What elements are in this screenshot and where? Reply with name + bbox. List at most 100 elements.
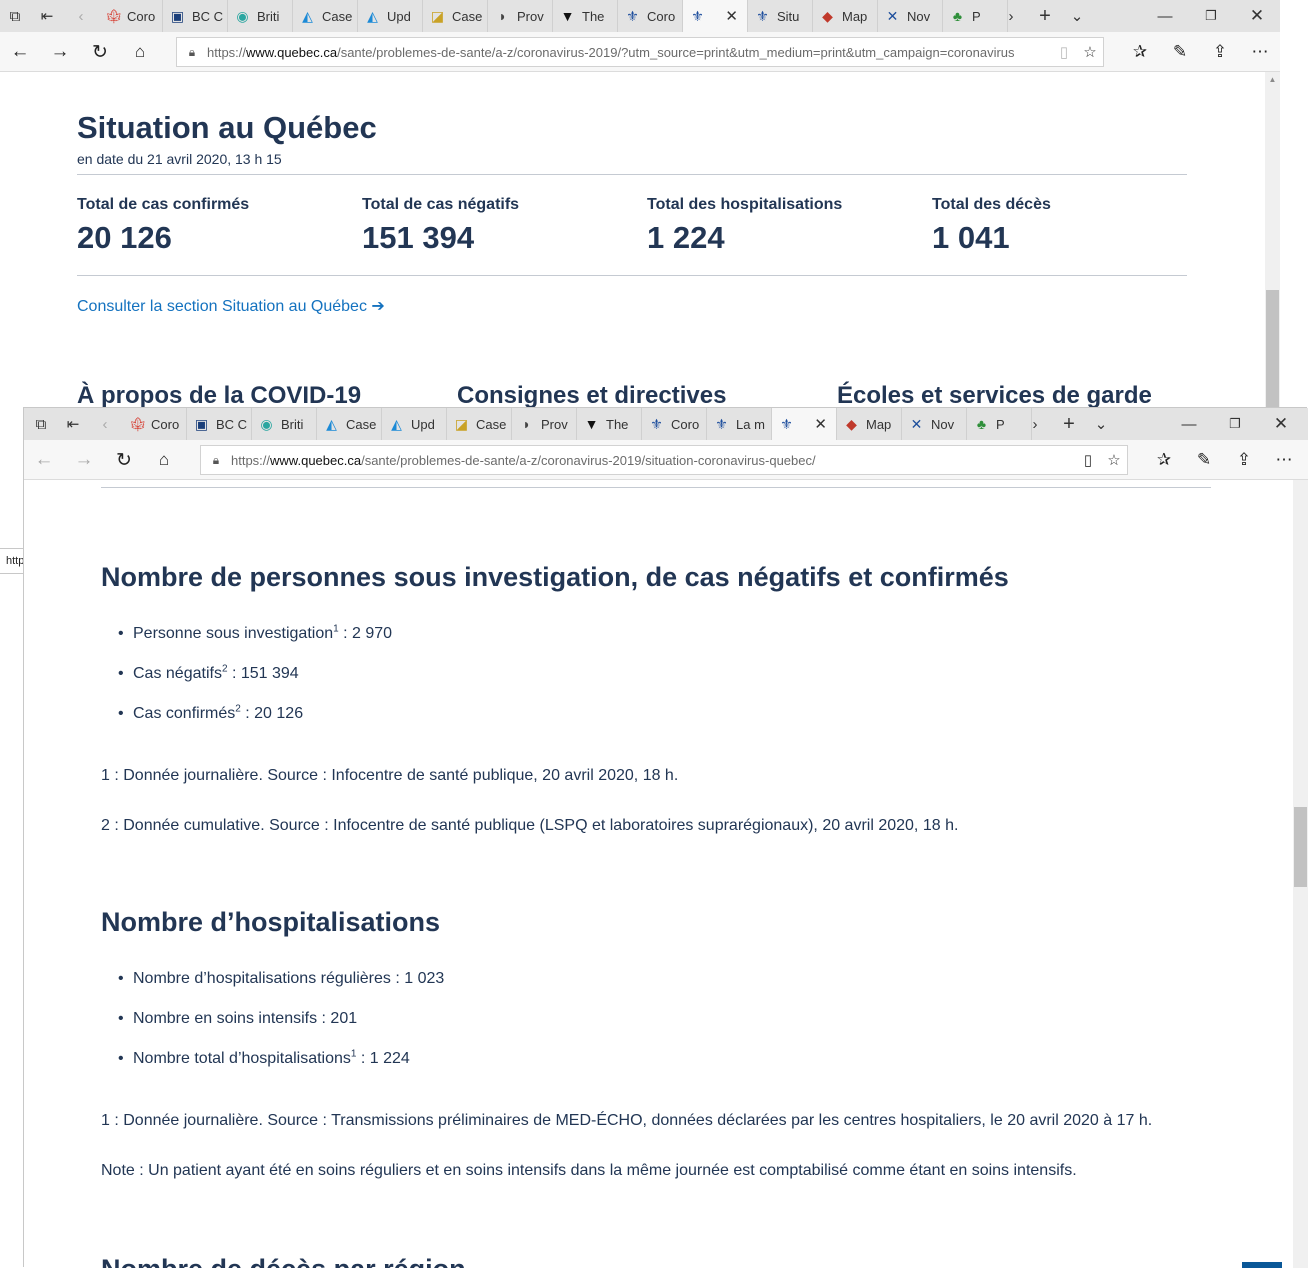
share-icon[interactable]: ⇪ <box>1200 32 1240 72</box>
vertical-scrollbar[interactable]: ▲ <box>1265 72 1280 408</box>
url-field[interactable]: 🔒︎ https://www.quebec.ca/sante/problemes… <box>200 445 1128 475</box>
favorites-icon[interactable]: ✰ <box>1144 440 1184 480</box>
refresh-icon[interactable]: ↻ <box>80 32 120 72</box>
scroll-tabs-right-icon[interactable]: › <box>1020 408 1050 440</box>
close-window-icon[interactable]: ✕ <box>1266 408 1296 440</box>
page-content: Situation au Québec en date du 21 avril … <box>0 72 1280 408</box>
tab-case[interactable]: ◭ Case <box>317 408 382 440</box>
tab-bc-c[interactable]: ▣ BC C <box>187 408 252 440</box>
forward-icon[interactable]: → <box>64 440 104 480</box>
scrollbar-thumb[interactable] <box>1266 290 1279 408</box>
tab-the[interactable]: ▼ The <box>577 408 642 440</box>
favorites-icon[interactable]: ✰ <box>1120 32 1160 72</box>
scroll-tabs-left-icon[interactable]: ‹ <box>66 0 96 32</box>
new-tab-icon[interactable]: + <box>1030 0 1060 32</box>
url-field[interactable]: 🔒︎ https://www.quebec.ca/sante/problemes… <box>176 37 1104 67</box>
scroll-up-arrow-icon[interactable]: ▲ <box>1265 72 1280 87</box>
section-consignes-heading[interactable]: Consignes et directives <box>457 382 726 408</box>
stat-label-hospitalisations: Total des hospitalisations <box>647 196 843 213</box>
tab-nov[interactable]: ✕ Nov <box>878 0 943 32</box>
page-content: Nombre de personnes sous investigation, … <box>24 480 1308 1268</box>
tab-case[interactable]: ◪ Case <box>423 0 488 32</box>
tab-coro[interactable]: 🍁︎ Coro <box>122 408 187 440</box>
hospitalisations-list: Nombre d’hospitalisations régulières : 1… <box>118 967 444 1087</box>
scrollbar-thumb[interactable] <box>1294 807 1307 887</box>
home-icon[interactable]: ⌂ <box>144 440 184 480</box>
tab-la-m[interactable]: ⚜ La m <box>707 408 772 440</box>
tab-actions-icon[interactable]: ⧉ <box>0 0 30 32</box>
tab-situ[interactable]: ⚜ Situ <box>748 0 813 32</box>
forward-icon[interactable]: → <box>40 32 80 72</box>
ontario-icon: ▼ <box>584 415 599 432</box>
set-aside-tabs-icon[interactable]: ⇤ <box>58 408 88 440</box>
tab-coro[interactable]: ⚜ Coro <box>618 0 683 32</box>
tab-map[interactable]: ◆ Map <box>837 408 902 440</box>
tab-upd[interactable]: ◭ Upd <box>382 408 447 440</box>
section-ecoles-heading[interactable]: Écoles et services de garde <box>837 382 1152 408</box>
tab-case[interactable]: ◪ Case <box>447 408 512 440</box>
nb-icon: ◆ <box>822 7 833 24</box>
set-aside-tabs-icon[interactable]: ⇤ <box>32 0 62 32</box>
more-icon[interactable]: ⋯ <box>1264 440 1304 480</box>
pei-icon: ♣ <box>952 7 963 24</box>
tab-prov[interactable]: ◗ Prov <box>488 0 553 32</box>
tab-label: Map <box>866 416 892 432</box>
tab-coro[interactable]: ⚜ Coro <box>642 408 707 440</box>
footnote: 2 : Donnée cumulative. Source : Infocent… <box>101 817 959 834</box>
web-note-icon[interactable]: ✎ <box>1184 440 1224 480</box>
new-tab-icon[interactable]: + <box>1054 408 1084 440</box>
more-icon[interactable]: ⋯ <box>1240 32 1280 72</box>
tab-active[interactable]: ⚜ ✕ <box>772 408 837 440</box>
situation-link[interactable]: Consulter la section Situation au Québec… <box>77 296 385 316</box>
page-title: Situation au Québec <box>77 110 377 145</box>
restore-icon[interactable]: ❐ <box>1196 0 1226 32</box>
close-tab-icon[interactable]: ✕ <box>814 415 827 433</box>
web-note-icon[interactable]: ✎ <box>1160 32 1200 72</box>
tab-list-chevron-down-icon[interactable]: ⌄ <box>1062 0 1092 32</box>
tab-active[interactable]: ⚜ ✕ <box>683 0 748 32</box>
tab-prov[interactable]: ◗ Prov <box>512 408 577 440</box>
tab-nov[interactable]: ✕ Nov <box>902 408 967 440</box>
close-window-icon[interactable]: ✕ <box>1242 0 1272 32</box>
minimize-icon[interactable]: — <box>1174 408 1204 440</box>
vertical-scrollbar[interactable] <box>1293 480 1308 1268</box>
list-item: Cas confirmés2 : 20 126 <box>133 702 392 742</box>
refresh-icon[interactable]: ↻ <box>104 440 144 480</box>
tab-case[interactable]: ◭ Case <box>293 0 358 32</box>
favorite-star-icon[interactable]: ☆ <box>1101 451 1127 469</box>
tab-briti[interactable]: ◉ Briti <box>228 0 293 32</box>
tab-list-chevron-down-icon[interactable]: ⌄ <box>1086 408 1116 440</box>
scroll-tabs-left-icon[interactable]: ‹ <box>90 408 120 440</box>
footnote: 1 : Donnée journalière. Source : Transmi… <box>101 1112 1153 1129</box>
tab-coro[interactable]: 🍁︎ Coro <box>98 0 163 32</box>
home-icon[interactable]: ⌂ <box>120 32 160 72</box>
reading-view-icon[interactable]: ▯ <box>1051 43 1077 61</box>
ns-icon: ✕ <box>910 415 923 432</box>
share-icon[interactable]: ⇪ <box>1224 440 1264 480</box>
tab-label: P <box>972 8 981 24</box>
back-icon[interactable]: ← <box>0 32 40 72</box>
tab-label: Upd <box>411 416 435 432</box>
favorite-star-icon[interactable]: ☆ <box>1077 43 1103 61</box>
reading-view-icon[interactable]: ▯ <box>1075 451 1101 469</box>
tab-bar: ⧉ ⇤ ‹ 🍁︎ Coro ▣ BC C ◉ Briti ◭ Case ◭ Upd ◪ Case ◗ Pr… <box>0 0 1280 32</box>
tab-label: La m <box>736 416 765 432</box>
tab-actions-icon[interactable]: ⧉ <box>26 408 56 440</box>
section-covid-heading[interactable]: À propos de la COVID-19 <box>77 382 361 408</box>
bison-icon: ◗ <box>498 7 507 24</box>
tab-briti[interactable]: ◉ Briti <box>252 408 317 440</box>
restore-icon[interactable]: ❐ <box>1220 408 1250 440</box>
close-tab-icon[interactable]: ✕ <box>725 7 738 25</box>
stat-value-hospitalisations: 1 224 <box>647 220 725 255</box>
scroll-tabs-right-icon[interactable]: › <box>996 0 1026 32</box>
tab-upd[interactable]: ◭ Upd <box>358 0 423 32</box>
tab-label: BC C <box>192 8 224 24</box>
minimize-icon[interactable]: — <box>1150 0 1180 32</box>
footnote: 1 : Donnée journalière. Source : Infocen… <box>101 767 679 784</box>
tab-the[interactable]: ▼ The <box>553 0 618 32</box>
back-to-top-button[interactable] <box>1242 1262 1282 1268</box>
tab-bc-c[interactable]: ▣ BC C <box>163 0 228 32</box>
tab-map[interactable]: ◆ Map <box>813 0 878 32</box>
back-icon[interactable]: ← <box>24 440 64 480</box>
quebec-icon: ⚜ <box>756 7 769 24</box>
